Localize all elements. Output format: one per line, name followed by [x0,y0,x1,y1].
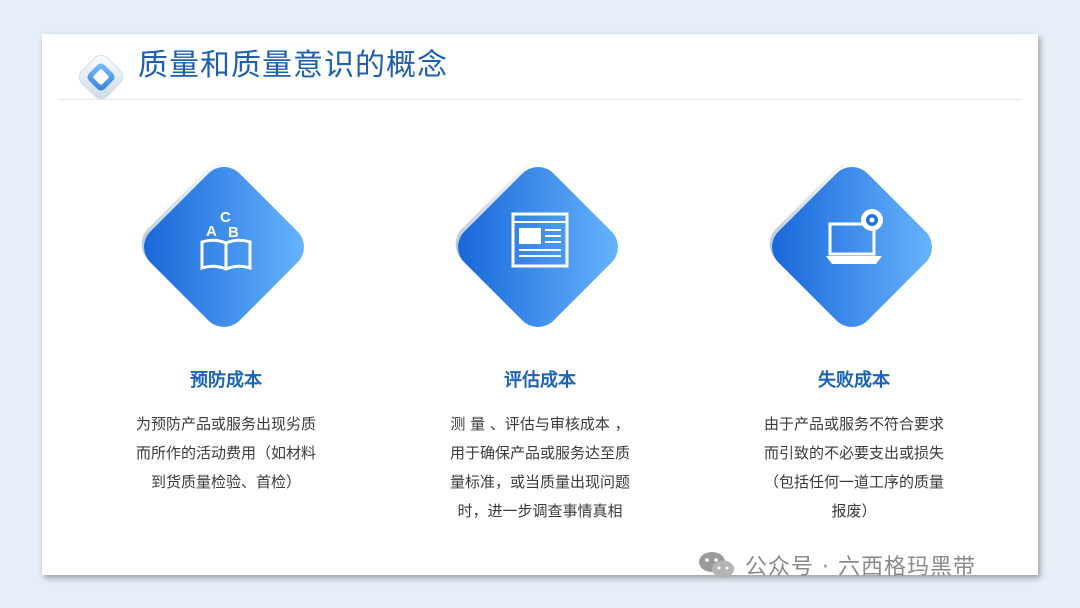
card-title: 预防成本 [190,370,262,391]
slide: 质量和质量意识的概念 C A B 预防成本 为预防产品或服务出现劣质 而所作的活… [42,34,1038,575]
wechat-icon [699,552,734,578]
diamond-badge: C A B [111,140,341,345]
card-failure-cost: 失败成本 由于产品或服务不符合要求 而引致的不必要支出或损失 （包括任何一道工序… [739,140,969,520]
desc-line: （包括任何一道工序的质量 [763,473,944,491]
watermark: 公众号 · 六西格玛黑带 [697,548,976,582]
title-badge-icon [78,54,124,100]
card-description: 测 量 、评估与审核成本 ， 用于确保产品或服务达至质 量标准，或当质量出现问题… [425,410,655,526]
desc-line: 到货质量检验、首检） [150,473,301,491]
desc-line: 测 量 、评估与审核成本 ， [450,415,630,433]
svg-text:A: A [206,223,217,240]
laptop-webcam-icon [826,209,883,264]
card-description: 由于产品或服务不符合要求 而引致的不必要支出或损失 （包括任何一道工序的质量 报… [739,410,969,526]
document-page-icon [511,212,569,268]
diamond-badge [739,140,969,345]
desc-line: 而所作的活动费用（如材料 [135,444,316,462]
desc-line: 量标准，或当质量出现问题 [449,473,630,491]
desc-line: 报废） [831,502,877,520]
abc-book-icon: C A B [200,209,252,271]
desc-line: 而引致的不必要支出或损失 [763,444,944,462]
desc-line: 由于产品或服务不符合要求 [763,415,944,433]
svg-text:B: B [228,224,239,241]
title-divider [58,99,1022,100]
card-description: 为预防产品或服务出现劣质 而所作的活动费用（如材料 到货质量检验、首检） [111,410,341,497]
page-title: 质量和质量意识的概念 [138,48,448,83]
desc-line: 时，进一步调查事情真相 [457,502,623,520]
card-title: 失败成本 [818,370,890,391]
desc-line: 用于确保产品或服务达至质 [449,444,630,462]
watermark-text: 公众号 · 六西格玛黑带 [745,555,976,580]
card-title: 评估成本 [504,370,576,391]
card-appraisal-cost: 评估成本 测 量 、评估与审核成本 ， 用于确保产品或服务达至质 量标准，或当质… [425,140,655,520]
diamond-badge [425,140,655,345]
desc-line: 为预防产品或服务出现劣质 [135,415,316,433]
card-prevention-cost: C A B 预防成本 为预防产品或服务出现劣质 而所作的活动费用（如材料 到货质… [111,140,341,491]
